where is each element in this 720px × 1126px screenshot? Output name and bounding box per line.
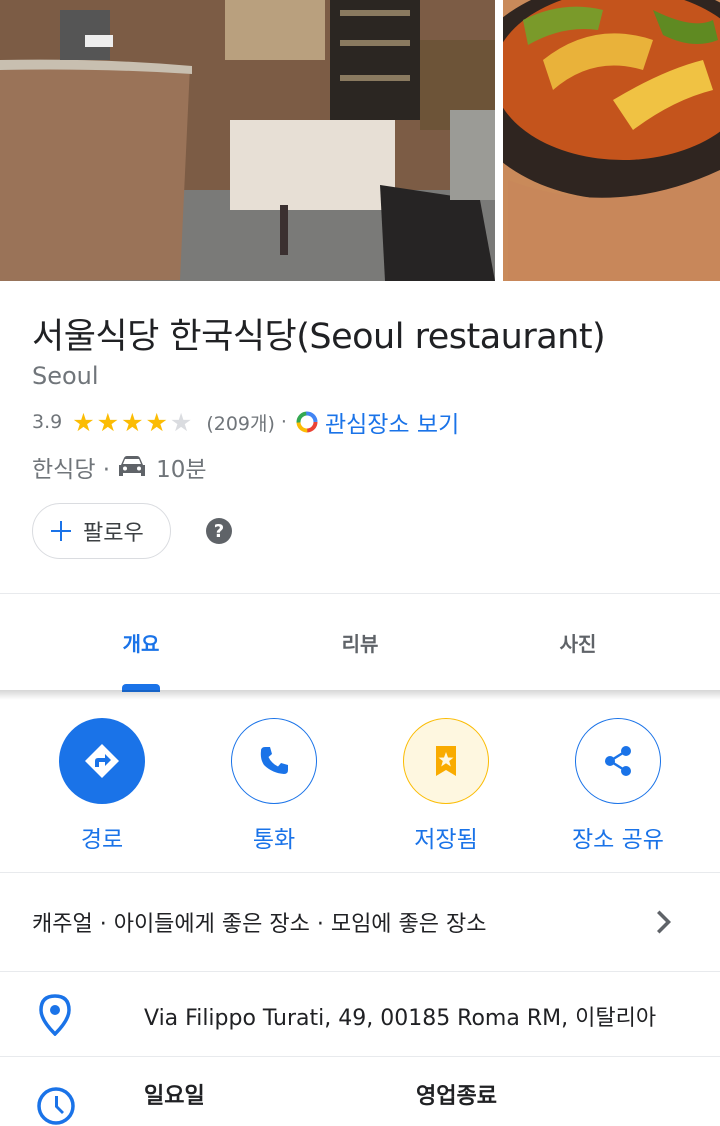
hours-day: 일요일: [144, 1084, 205, 1109]
car-icon: [119, 456, 146, 476]
share-button[interactable]: 장소 공유: [532, 718, 704, 854]
food-illustration: [503, 0, 720, 281]
directions-button[interactable]: 경로: [16, 718, 188, 854]
saved-label: 저장됨: [414, 827, 478, 853]
call-circle[interactable]: [231, 718, 317, 804]
share-icon: [605, 746, 631, 776]
tab-bar-shadow: [0, 690, 720, 700]
plus-icon: [51, 521, 71, 541]
call-label: 통화: [252, 827, 296, 853]
food-dish-photo[interactable]: [503, 0, 720, 281]
hours-row[interactable]: [0, 1057, 720, 1126]
address-text: Via Filippo Turati, 49, 00185 Roma RM, 이…: [144, 1006, 657, 1031]
help-icon[interactable]: ?: [205, 517, 233, 545]
call-button[interactable]: 통화: [188, 718, 360, 854]
clock-icon: [37, 1087, 75, 1125]
photo-strip[interactable]: [0, 0, 720, 281]
tab-photos[interactable]: 사진: [458, 594, 698, 690]
separator-dot: ·: [280, 411, 287, 433]
star-icon: ★: [96, 407, 120, 437]
rating-value: 3.9: [32, 411, 63, 433]
chevron-right-icon[interactable]: [650, 908, 674, 936]
directions-icon: [85, 744, 119, 778]
location-pin-icon: [39, 994, 71, 1036]
directions-circle[interactable]: [59, 718, 145, 804]
google-icon: [296, 411, 318, 433]
star-icon: ★: [121, 407, 144, 437]
review-count[interactable]: (209개): [206, 409, 275, 436]
star-empty-icon: ★: [169, 407, 193, 437]
interior-illustration: [0, 0, 495, 281]
share-label: 장소 공유: [572, 827, 664, 853]
follow-label: 팔로우: [83, 521, 144, 546]
action-buttons: 경로 통화 저장됨 장소 공유: [0, 700, 720, 872]
saved-bookmark-icon: [436, 746, 456, 776]
drive-time: 10분: [156, 457, 207, 483]
svg-text:?: ?: [214, 521, 224, 542]
share-circle[interactable]: [575, 718, 661, 804]
rating-row: 3.9 ★ ★ ★ ★ ★ (209개) · 관심장소 보기: [32, 405, 459, 439]
star-icon: ★: [145, 407, 168, 437]
place-title: 서울식당 한국식당(Seoul restaurant): [32, 317, 606, 357]
saved-circle[interactable]: [403, 718, 489, 804]
attributes-row[interactable]: 캐주얼 · 아이들에게 좋은 장소 · 모임에 좋은 장소: [0, 873, 720, 971]
phone-icon: [260, 747, 288, 774]
attributes-text: 캐주얼 · 아이들에게 좋은 장소 · 모임에 좋은 장소: [32, 912, 487, 937]
follow-button[interactable]: 팔로우: [32, 503, 171, 559]
category-row: 한식당 · 10분: [32, 452, 207, 483]
star-icon: ★: [72, 407, 95, 437]
place-subtitle: Seoul: [32, 362, 99, 390]
tab-bar: 개요 리뷰 사진: [0, 594, 720, 690]
restaurant-interior-photo[interactable]: [0, 0, 495, 281]
hours-status: 영업종료: [416, 1084, 497, 1109]
category-label: 한식당 ·: [32, 457, 111, 483]
tab-reviews[interactable]: 리뷰: [240, 594, 480, 690]
tab-overview[interactable]: 개요: [21, 594, 261, 690]
directions-label: 경로: [80, 827, 124, 853]
saved-button[interactable]: 저장됨: [360, 718, 532, 854]
rating-stars: ★ ★ ★ ★ ★: [72, 410, 194, 435]
interest-link[interactable]: 관심장소 보기: [325, 405, 459, 439]
